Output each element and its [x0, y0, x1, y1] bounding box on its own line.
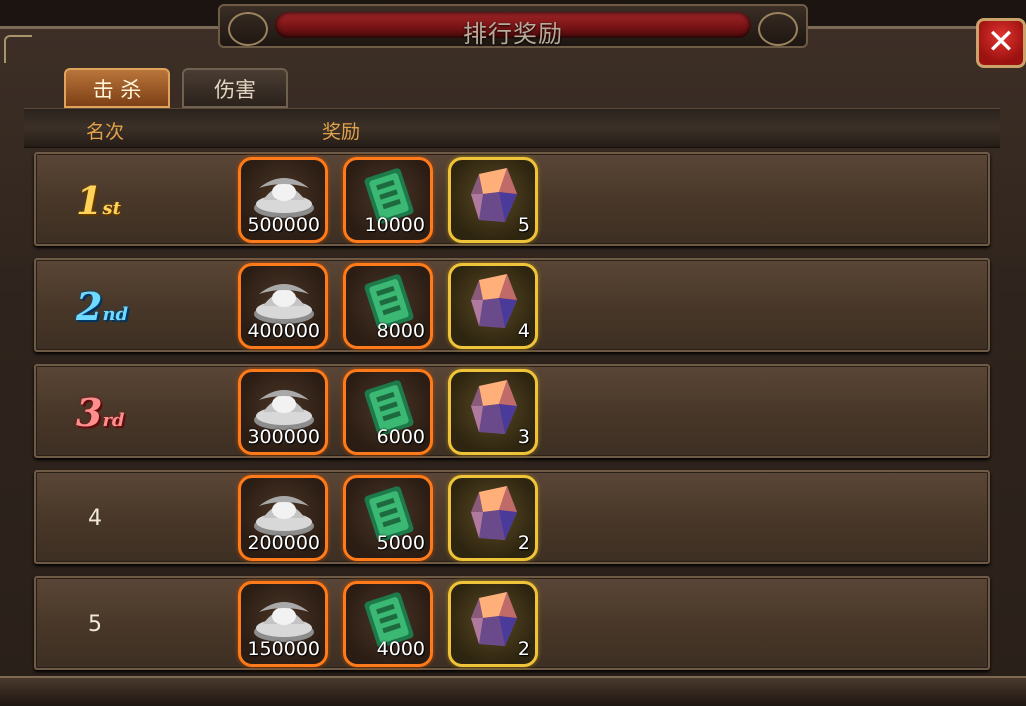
rank-label: 3rd — [76, 390, 146, 435]
jade-reward-slot[interactable]: 10000 — [343, 157, 433, 243]
bottom-border-ornament — [0, 676, 1026, 706]
gem-reward-slot[interactable]: 2 — [448, 475, 538, 561]
silver-reward-slot[interactable]: 150000 — [238, 581, 328, 667]
title-plate: 排行奖励 — [218, 4, 808, 48]
reward-quantity: 10000 — [364, 214, 425, 236]
silver-reward-slot[interactable]: 400000 — [238, 263, 328, 349]
rank-label: 5 — [88, 612, 158, 637]
gem-reward-slot[interactable]: 2 — [448, 581, 538, 667]
rank-label: 1st — [76, 178, 146, 223]
jade-reward-slot[interactable]: 5000 — [343, 475, 433, 561]
reward-quantity: 2 — [517, 532, 530, 554]
reward-quantity: 5 — [517, 214, 530, 236]
header-rank: 名次 — [86, 121, 125, 143]
reward-quantity: 5000 — [376, 532, 425, 554]
reward-quantity: 150000 — [247, 638, 320, 660]
jade-reward-slot[interactable]: 6000 — [343, 369, 433, 455]
reward-row: 4 200000 5000 2 — [34, 470, 990, 564]
jade-reward-slot[interactable]: 8000 — [343, 263, 433, 349]
tab-damage[interactable]: 伤害 — [182, 68, 288, 108]
reward-quantity: 2 — [517, 638, 530, 660]
frame-corner-ornament — [4, 35, 32, 63]
reward-quantity: 500000 — [247, 214, 320, 236]
window-title: 排行奖励 — [463, 20, 563, 48]
rank-number: 4 — [88, 506, 102, 531]
reward-quantity: 300000 — [247, 426, 320, 448]
gem-reward-slot[interactable]: 4 — [448, 263, 538, 349]
rank-number: 1 — [76, 178, 103, 223]
close-button[interactable]: ✕ — [976, 18, 1026, 68]
reward-quantity: 4 — [517, 320, 530, 342]
table-header: 名次 奖励 — [24, 108, 1000, 148]
reward-quantity: 4000 — [376, 638, 425, 660]
reward-quantity: 400000 — [247, 320, 320, 342]
reward-quantity: 6000 — [376, 426, 425, 448]
silver-reward-slot[interactable]: 500000 — [238, 157, 328, 243]
reward-quantity: 8000 — [376, 320, 425, 342]
jade-reward-slot[interactable]: 4000 — [343, 581, 433, 667]
rank-number: 2 — [76, 284, 103, 329]
reward-quantity: 3 — [517, 426, 530, 448]
silver-reward-slot[interactable]: 200000 — [238, 475, 328, 561]
rank-suffix: nd — [102, 304, 129, 325]
gem-reward-slot[interactable]: 3 — [448, 369, 538, 455]
rank-suffix: rd — [102, 410, 125, 431]
rank-suffix: st — [102, 198, 121, 219]
reward-row: 5 150000 4000 2 — [34, 576, 990, 670]
reward-row: 1st 500000 10000 5 — [34, 152, 990, 246]
reward-row: 3rd 300000 6000 3 — [34, 364, 990, 458]
gem-reward-slot[interactable]: 5 — [448, 157, 538, 243]
header-reward: 奖励 — [322, 121, 361, 143]
reward-quantity: 200000 — [247, 532, 320, 554]
rank-number: 5 — [88, 612, 102, 637]
rank-number: 3 — [76, 390, 103, 435]
close-icon: ✕ — [986, 22, 1016, 62]
rank-label: 2nd — [76, 284, 146, 329]
silver-reward-slot[interactable]: 300000 — [238, 369, 328, 455]
tab-kills[interactable]: 击 杀 — [64, 68, 170, 108]
reward-row: 2nd 400000 8000 4 — [34, 258, 990, 352]
rank-label: 4 — [88, 506, 158, 531]
